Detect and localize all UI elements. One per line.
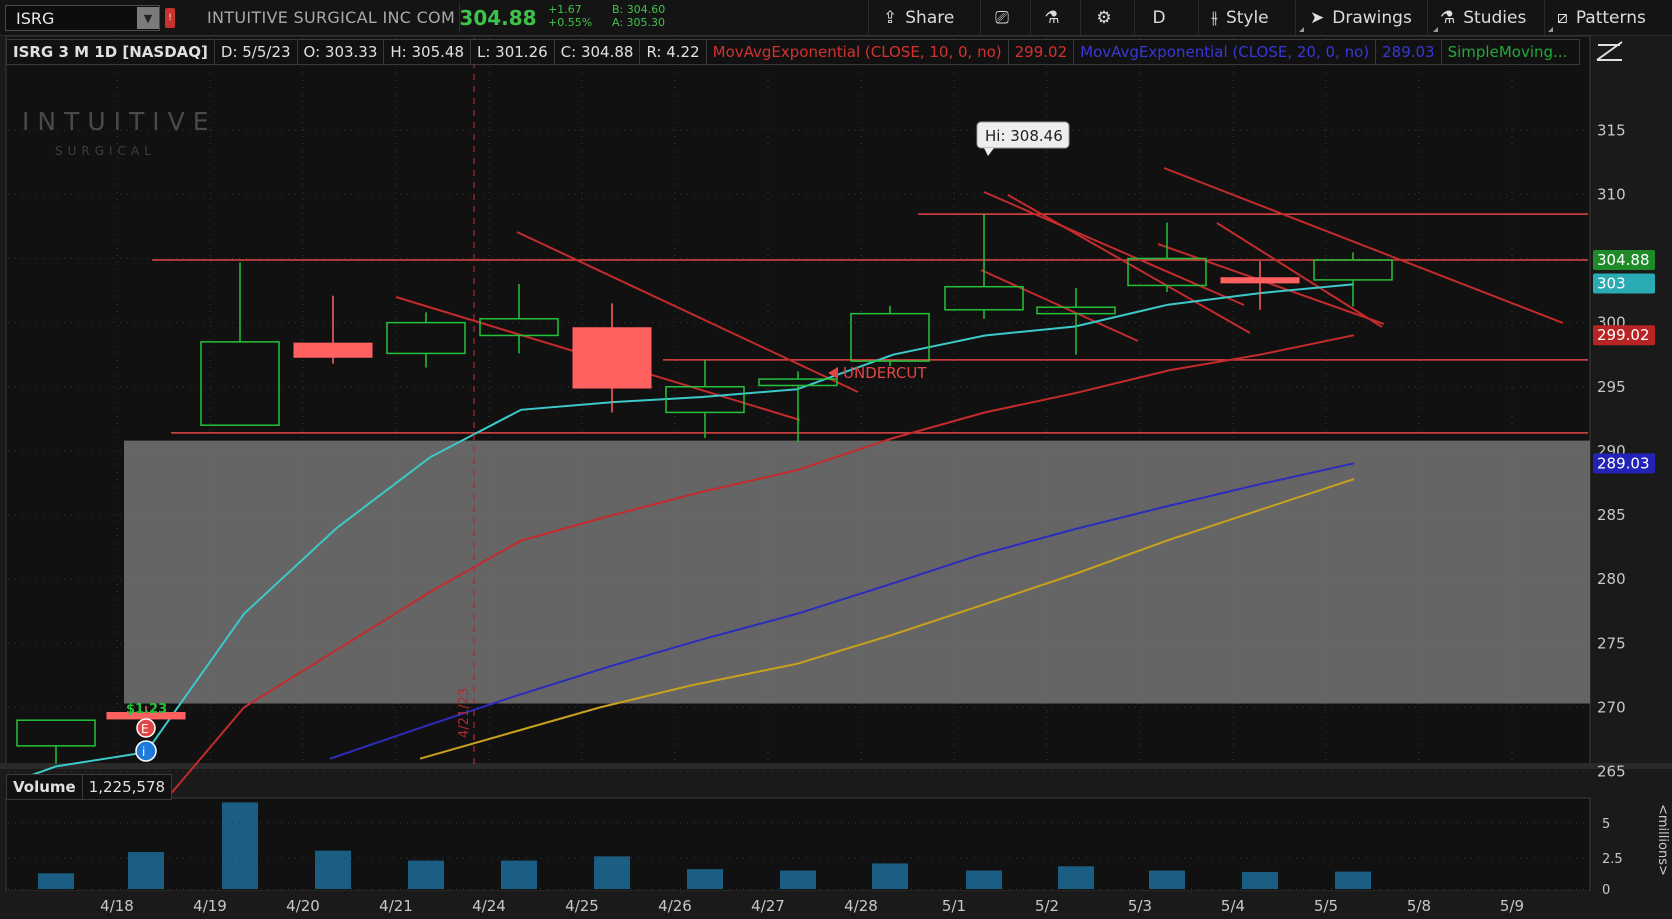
volume-value: 1,225,578 <box>82 774 173 800</box>
sma-study-label[interactable]: SimpleMoving... <box>1441 39 1580 65</box>
volume-bar <box>780 870 816 889</box>
date-tick-label: 4/27 <box>751 897 785 915</box>
last-price-badge: 304.88 <box>1597 251 1650 269</box>
svg-text:E: E <box>141 722 149 736</box>
watermark-line2: SURGICAL <box>55 144 156 158</box>
volume-bar <box>408 860 444 889</box>
volume-bar <box>1058 866 1094 889</box>
volume-bar <box>594 856 630 889</box>
date-tick-label: 4/28 <box>844 897 878 915</box>
date-tick-label: 4/18 <box>100 897 134 915</box>
date-axis: 4/18 4/19 4/20 4/21 4/24 4/25 4/26 4/27 4/28 5/1 5… <box>0 891 1672 919</box>
volume-bar <box>128 852 164 889</box>
candle-body <box>293 342 373 358</box>
date-tick-label: 5/4 <box>1221 897 1245 915</box>
volume-bar <box>1149 870 1185 889</box>
volume-units: <millions> <box>1655 804 1670 876</box>
price-tick-label: 310 <box>1597 185 1626 203</box>
volume-bar <box>966 870 1002 889</box>
watermark-line1: INTUITIVE <box>22 107 217 136</box>
price-tick-label: 315 <box>1597 121 1626 139</box>
bar-range: R: 4.22 <box>640 39 707 65</box>
chart-header: ISRG 3 M 1D [NASDAQ] D: 5/5/23 O: 303.33… <box>6 39 1590 65</box>
earnings-label: $1.23 <box>126 702 167 717</box>
chart-title: ISRG 3 M 1D [NASDAQ] <box>6 39 215 65</box>
support-zone-rect <box>124 440 1590 704</box>
ema10-study-value: 299.02 <box>1008 39 1075 65</box>
date-tick-label: 4/20 <box>286 897 320 915</box>
svg-text:i: i <box>142 745 145 759</box>
date-tick-label: 5/3 <box>1128 897 1152 915</box>
support-zone <box>124 440 1590 704</box>
price-tick-label: 270 <box>1597 698 1626 716</box>
price-tick-label: 280 <box>1597 570 1626 588</box>
candle-body <box>572 327 652 389</box>
volume-bar <box>222 802 258 889</box>
ema20-study-value: 289.03 <box>1376 39 1442 65</box>
bar-high: H: 305.48 <box>384 39 471 65</box>
price-badges: 304.88 303 299.02 289.03 <box>1593 250 1655 474</box>
price-tick-label: 295 <box>1597 378 1626 396</box>
date-tick-label: 5/1 <box>942 897 966 915</box>
date-marker-label: 4/21/23 <box>457 688 472 738</box>
undercut-text: UNDERCUT <box>843 364 927 382</box>
price-tick-label: 275 <box>1597 634 1626 652</box>
volume-header: Volume 1,225,578 <box>6 774 173 800</box>
date-tick-label: 5/9 <box>1500 897 1524 915</box>
cyan-study-badge: 303 <box>1597 275 1626 293</box>
bar-low: L: 301.26 <box>471 39 555 65</box>
volume-units-label: <millions> <box>1655 804 1670 876</box>
price-axis: 265270275280285290295300305310315 <box>1597 121 1626 780</box>
candle-body <box>1220 277 1300 284</box>
date-tick-label: 4/24 <box>472 897 506 915</box>
date-tick-label: 5/8 <box>1407 897 1431 915</box>
volume-title: Volume <box>6 774 83 800</box>
ema20-badge: 289.03 <box>1597 454 1650 472</box>
bar-date: D: 5/5/23 <box>214 39 298 65</box>
volume-bar <box>872 863 908 889</box>
date-tick-label: 4/25 <box>565 897 599 915</box>
price-tick-label: 265 <box>1597 763 1626 781</box>
date-tick-label: 5/2 <box>1035 897 1059 915</box>
drawing-tool-icon[interactable] <box>1596 41 1623 61</box>
price-chart[interactable]: INTUITIVE SURGICAL 4/21/23 265 270 275 280 2… <box>0 0 1672 919</box>
volume-bar <box>687 869 723 889</box>
volume-bar <box>1242 871 1278 889</box>
bar-close: C: 304.88 <box>554 39 641 65</box>
date-tick-label: 5/5 <box>1314 897 1338 915</box>
volume-bar <box>315 850 351 889</box>
ema10-badge: 299.02 <box>1597 326 1650 344</box>
high-callout-text: Hi: 308.46 <box>985 127 1063 145</box>
date-tick-label: 4/19 <box>193 897 227 915</box>
volume-bar <box>501 860 537 889</box>
undercut-annotation: UNDERCUT <box>828 364 927 382</box>
volume-tick-label: 0 <box>1602 883 1610 898</box>
date-tick-label: 4/21 <box>379 897 413 915</box>
ema20-study-label[interactable]: MovAvgExponential (CLOSE, 20, 0, no) <box>1074 39 1377 65</box>
volume-tick-label: 2.5 <box>1602 852 1623 867</box>
info-icon[interactable] <box>135 740 157 762</box>
volume-bar <box>38 873 74 889</box>
volume-bar <box>1335 871 1371 889</box>
volume-tick-label: 5 <box>1602 817 1610 832</box>
bar-open: O: 303.33 <box>297 39 385 65</box>
price-tick-label: 285 <box>1597 506 1626 524</box>
date-tick-label: 4/26 <box>658 897 692 915</box>
ema10-study-label[interactable]: MovAvgExponential (CLOSE, 10, 0, no) <box>706 39 1009 65</box>
